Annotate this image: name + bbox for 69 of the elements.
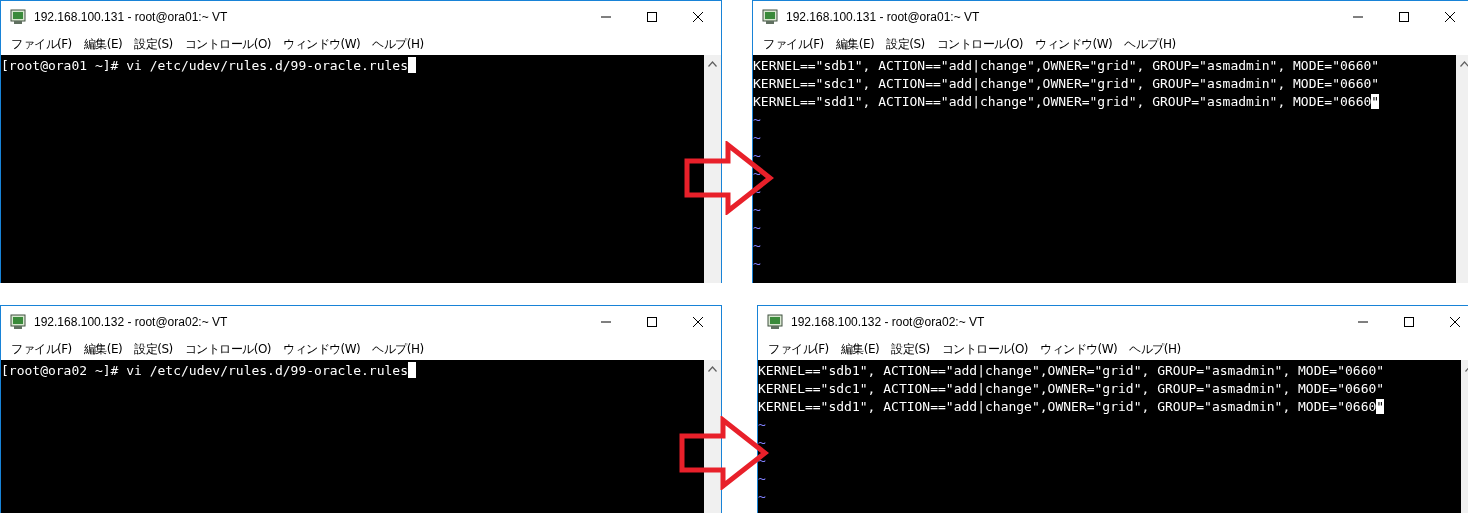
scrollbar[interactable] [704, 55, 721, 283]
empty-line-marker: ~ [753, 129, 761, 147]
close-icon [693, 317, 703, 327]
scrollbar[interactable] [704, 360, 721, 513]
empty-line-marker: ~ [758, 488, 766, 506]
terminal-line: KERNEL=="sdc1", ACTION=="add|change",OWNER="grid", GROUP="asmadmin", MODE="0660" [753, 75, 1380, 93]
empty-line-marker: ~ [753, 201, 761, 219]
menu-item[interactable]: ウィンドウ(W) [277, 340, 367, 358]
menu-item[interactable]: 編集(E) [834, 340, 886, 358]
empty-line-marker: ~ [758, 434, 766, 452]
menu-item[interactable]: ヘルプ(H) [1123, 340, 1187, 358]
menu-item[interactable]: ウィンドウ(W) [1034, 340, 1124, 358]
menu-item[interactable]: コントロール(O) [930, 35, 1029, 53]
terminal-app-icon [767, 314, 783, 330]
menu-item[interactable]: 設定(S) [128, 35, 179, 53]
terminal-line: KERNEL=="sdd1", ACTION=="add|change",OWNER="grid", GROUP="asmadmin", MODE="0660" [758, 398, 1385, 416]
empty-line-marker: ~ [753, 255, 761, 273]
menu-item[interactable]: 編集(E) [77, 340, 129, 358]
arrow-icon [684, 141, 774, 215]
menu-item[interactable]: ヘルプ(H) [366, 340, 430, 358]
menu-item[interactable]: 設定(S) [880, 35, 931, 53]
window-title: 192.168.100.132 - root@ora02:~ VT [34, 315, 229, 329]
menu-item[interactable]: ファイル(F) [762, 340, 835, 358]
menu-item[interactable]: 編集(E) [829, 35, 881, 53]
terminal-line: [root@ora02 ~]# vi /etc/udev/rules.d/99-oracle.rules [1, 362, 416, 380]
empty-line-marker: ~ [758, 470, 766, 488]
scroll-up-icon[interactable] [708, 366, 717, 372]
menu-item[interactable]: ファイル(F) [5, 340, 78, 358]
terminal-app-icon [10, 314, 26, 330]
scrollbar[interactable] [1456, 55, 1468, 283]
close-icon [1450, 317, 1460, 327]
menu-item[interactable]: ウィンドウ(W) [1029, 35, 1119, 53]
menu-item[interactable]: 設定(S) [128, 340, 179, 358]
menu-item[interactable]: 編集(E) [77, 35, 129, 53]
window-title: 192.168.100.132 - root@ora02:~ VT [791, 315, 986, 329]
menu-item[interactable]: コントロール(O) [178, 340, 277, 358]
arrow-icon [679, 416, 769, 490]
empty-line-marker: ~ [753, 165, 761, 183]
scroll-up-icon[interactable] [708, 61, 717, 67]
close-icon [693, 12, 703, 22]
maximize-icon [1399, 12, 1409, 22]
empty-line-marker: ~ [758, 416, 766, 434]
terminal-line: KERNEL=="sdd1", ACTION=="add|change",OWNER="grid", GROUP="asmadmin", MODE="0660" [753, 93, 1380, 111]
terminal-line: KERNEL=="sdb1", ACTION=="add|change",OWNER="grid", GROUP="asmadmin", MODE="0660" [758, 362, 1385, 380]
terminal-app-icon [762, 9, 778, 25]
menu-item[interactable]: ファイル(F) [5, 35, 78, 53]
menu-item[interactable]: ヘルプ(H) [1118, 35, 1182, 53]
scroll-up-icon[interactable] [1460, 61, 1468, 67]
empty-line-marker: ~ [753, 219, 761, 237]
empty-line-marker: ~ [758, 452, 766, 470]
terminal-app-icon [10, 9, 26, 25]
empty-line-marker: ~ [753, 237, 761, 255]
menu-item[interactable]: コントロール(O) [935, 340, 1034, 358]
menu-item[interactable]: ファイル(F) [757, 35, 830, 53]
empty-line-marker: ~ [753, 111, 761, 129]
window-title: 192.168.100.131 - root@ora01:~ VT [34, 10, 229, 24]
maximize-icon [647, 12, 657, 22]
close-icon [1445, 12, 1455, 22]
empty-line-marker: ~ [753, 147, 761, 165]
maximize-icon [647, 317, 657, 327]
menu-item[interactable]: コントロール(O) [178, 35, 277, 53]
terminal-line: KERNEL=="sdc1", ACTION=="add|change",OWNER="grid", GROUP="asmadmin", MODE="0660" [758, 380, 1385, 398]
terminal-line: [root@ora01 ~]# vi /etc/udev/rules.d/99-oracle.rules [1, 57, 416, 75]
menu-item[interactable]: ウィンドウ(W) [277, 35, 367, 53]
terminal-line: KERNEL=="sdb1", ACTION=="add|change",OWNER="grid", GROUP="asmadmin", MODE="0660" [753, 57, 1380, 75]
menu-item[interactable]: ヘルプ(H) [366, 35, 430, 53]
window-title: 192.168.100.131 - root@ora01:~ VT [786, 10, 981, 24]
maximize-icon [1404, 317, 1414, 327]
menu-item[interactable]: 設定(S) [885, 340, 936, 358]
